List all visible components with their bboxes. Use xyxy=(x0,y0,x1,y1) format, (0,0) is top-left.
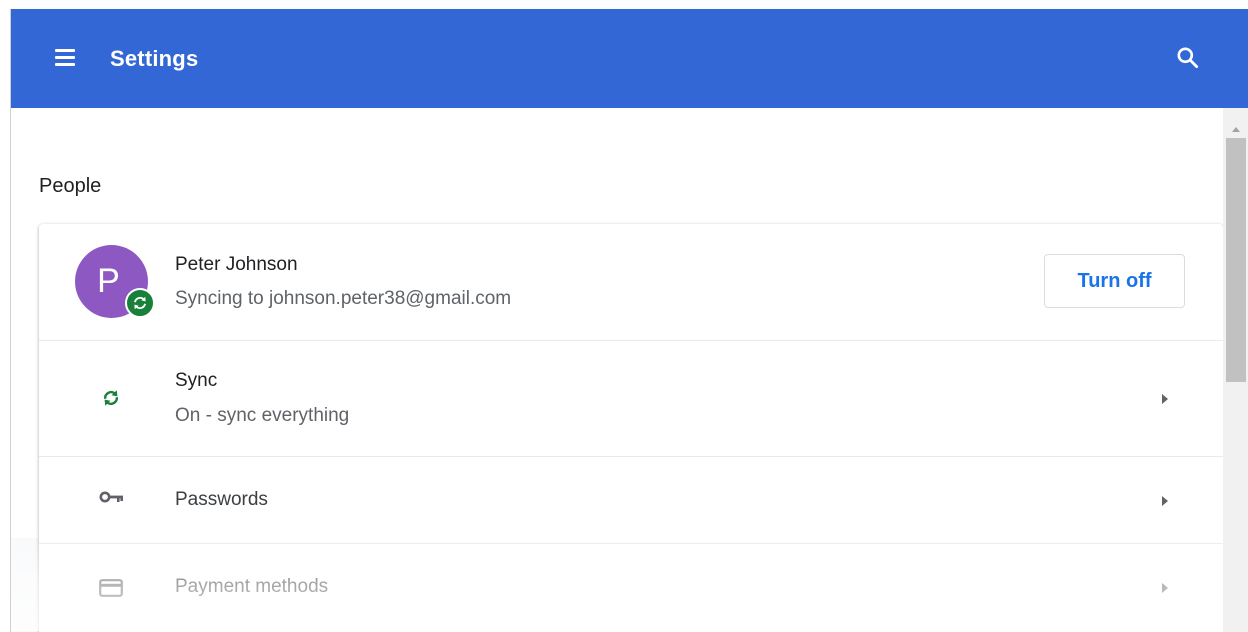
section-title-people: People xyxy=(39,175,102,197)
people-card: P Peter Johnson Syncing to johnson.peter… xyxy=(39,224,1223,632)
credit-card-icon xyxy=(99,579,123,602)
key-icon xyxy=(99,489,125,510)
hamburger-menu-icon[interactable] xyxy=(53,45,77,69)
chevron-right-icon xyxy=(1160,581,1170,595)
scroll-up-arrow-icon[interactable] xyxy=(1231,120,1241,132)
passwords-label: Passwords xyxy=(175,489,268,510)
sync-status: On - sync everything xyxy=(175,405,350,426)
turn-off-button[interactable]: Turn off xyxy=(1044,254,1185,308)
sync-label: Sync xyxy=(175,370,218,391)
payment-methods-row[interactable]: Payment methods xyxy=(39,543,1223,632)
settings-window: Settings People P Peter Johnson Syncing … xyxy=(10,9,1248,632)
sync-icon xyxy=(99,386,123,415)
page-title: Settings xyxy=(110,46,199,71)
vertical-scrollbar[interactable] xyxy=(1223,108,1248,632)
app-header: Settings xyxy=(11,9,1248,108)
chevron-right-icon xyxy=(1160,392,1170,406)
payment-methods-label: Payment methods xyxy=(175,576,329,597)
account-name: Peter Johnson xyxy=(175,254,298,275)
search-icon[interactable] xyxy=(1175,45,1201,71)
chevron-right-icon xyxy=(1160,494,1170,508)
account-sync-status: Syncing to johnson.peter38@gmail.com xyxy=(175,288,512,309)
account-row: P Peter Johnson Syncing to johnson.peter… xyxy=(39,224,1223,340)
passwords-row[interactable]: Passwords xyxy=(39,456,1223,544)
sync-row[interactable]: Sync On - sync everything xyxy=(39,340,1223,457)
sync-badge-icon xyxy=(125,288,155,318)
settings-content: People P Peter Johnson Syncing to johnso… xyxy=(11,108,1223,632)
scrollbar-thumb[interactable] xyxy=(1226,138,1246,382)
